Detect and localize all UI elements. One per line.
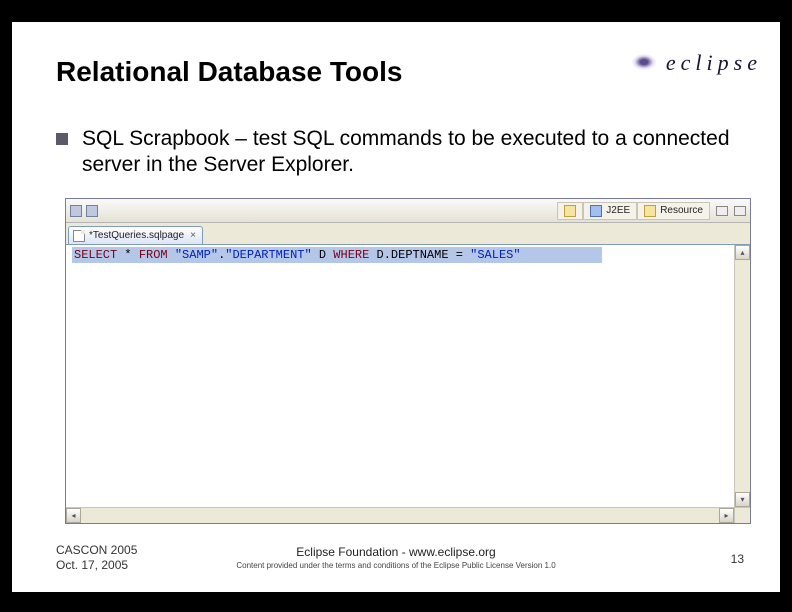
scroll-down-icon[interactable]: ▾ bbox=[735, 492, 750, 507]
j2ee-icon bbox=[590, 205, 602, 217]
footer-org: Eclipse Foundation - www.eclipse.org bbox=[296, 545, 495, 559]
file-icon bbox=[73, 230, 85, 242]
scroll-corner bbox=[734, 507, 750, 523]
footer-event-date: Oct. 17, 2005 bbox=[56, 558, 128, 572]
editor-tab-row: *TestQueries.sqlpage × bbox=[66, 223, 750, 245]
bullet-marker bbox=[56, 133, 68, 145]
close-icon[interactable]: × bbox=[188, 230, 198, 241]
sql-editor[interactable]: SELECT * FROM "SAMP"."DEPARTMENT" D WHER… bbox=[66, 245, 750, 523]
resource-icon bbox=[644, 205, 656, 217]
horizontal-scrollbar[interactable]: ◂ ▸ bbox=[66, 507, 734, 523]
toolbar-icon[interactable] bbox=[70, 205, 82, 217]
perspective-label: Resource bbox=[660, 205, 703, 216]
editor-tab[interactable]: *TestQueries.sqlpage × bbox=[68, 226, 203, 244]
minimize-view-icon[interactable] bbox=[716, 206, 728, 216]
scroll-track[interactable] bbox=[735, 260, 750, 492]
eclipse-screenshot: J2EE Resource *TestQueries.sqlpage × SEL… bbox=[65, 198, 751, 524]
perspective-resource[interactable]: Resource bbox=[637, 202, 710, 220]
vertical-scrollbar[interactable]: ▴ ▾ bbox=[734, 245, 750, 507]
perspective-j2ee[interactable]: J2EE bbox=[583, 202, 637, 220]
slide: Relational Database Tools eclipse SQL Sc… bbox=[12, 22, 780, 592]
scroll-track[interactable] bbox=[81, 508, 719, 523]
toolbar-icon[interactable] bbox=[86, 205, 98, 217]
perspective-bar: J2EE Resource bbox=[66, 199, 750, 223]
page-number: 13 bbox=[731, 552, 744, 566]
open-perspective-button[interactable] bbox=[557, 202, 583, 220]
perspective-label: J2EE bbox=[606, 205, 630, 216]
open-perspective-icon bbox=[564, 205, 576, 217]
scroll-left-icon[interactable]: ◂ bbox=[66, 508, 81, 523]
slide-title: Relational Database Tools bbox=[56, 56, 402, 88]
footer-event: CASCON 2005 Oct. 17, 2005 bbox=[56, 543, 137, 574]
bullet-item: SQL Scrapbook – test SQL commands to be … bbox=[56, 126, 742, 179]
tab-filename: *TestQueries.sqlpage bbox=[89, 230, 184, 241]
footer-center: Eclipse Foundation - www.eclipse.org Con… bbox=[236, 545, 555, 570]
scroll-up-icon[interactable]: ▴ bbox=[735, 245, 750, 260]
bullet-text: SQL Scrapbook – test SQL commands to be … bbox=[82, 126, 742, 179]
maximize-view-icon[interactable] bbox=[734, 206, 746, 216]
sql-statement: SELECT * FROM "SAMP"."DEPARTMENT" D WHER… bbox=[72, 247, 523, 263]
footer-event-name: CASCON 2005 bbox=[56, 543, 137, 557]
footer-license: Content provided under the terms and con… bbox=[236, 561, 555, 570]
scroll-right-icon[interactable]: ▸ bbox=[719, 508, 734, 523]
eclipse-logo: eclipse bbox=[666, 50, 762, 76]
